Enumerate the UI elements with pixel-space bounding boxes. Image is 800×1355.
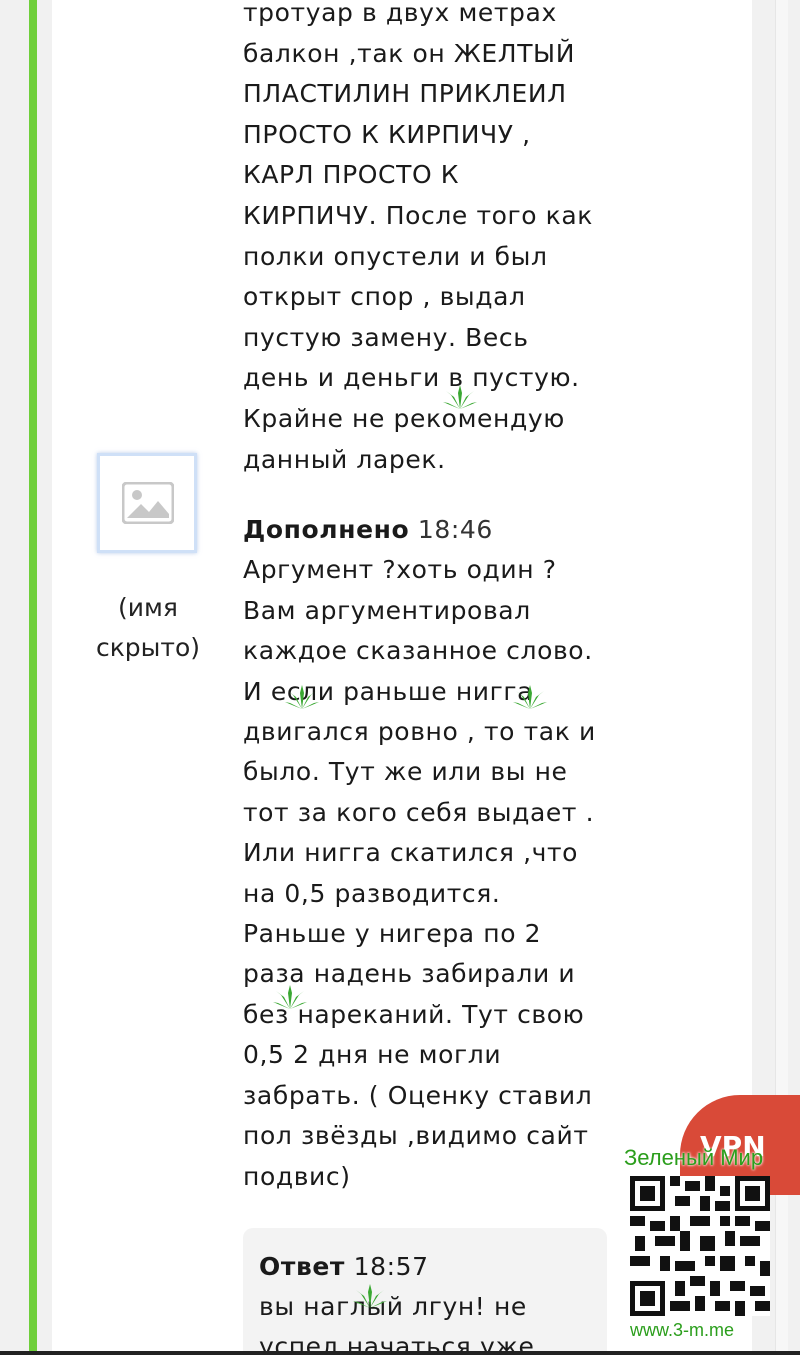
- avatar: [97, 453, 197, 553]
- reply-time: 18:57: [353, 1252, 429, 1281]
- reply-header: Ответ 18:57: [259, 1252, 429, 1281]
- reply-section: Ответ 18:57 вы наглый лгун! не успел нач…: [259, 1247, 599, 1355]
- watermark-url: www.3-m.me: [630, 1320, 735, 1340]
- leaf-watermark-icon: [285, 685, 319, 709]
- leaf-watermark-icon: [353, 1284, 387, 1308]
- addendum-header: Дополнено 18:46: [243, 510, 613, 550]
- bottom-divider: [0, 1351, 800, 1355]
- addendum-time: 18:46: [417, 515, 493, 544]
- leaf-watermark-icon: [513, 685, 547, 709]
- author-name: (имя скрыто): [95, 593, 201, 662]
- addendum-text: Аргумент ?хоть один ? Вам аргументировал…: [243, 555, 596, 1191]
- addendum-section: Дополнено 18:46 Аргумент ?хоть один ? Ва…: [243, 510, 613, 1197]
- leaf-watermark-icon: [273, 985, 307, 1009]
- image-placeholder-icon: [122, 482, 174, 524]
- watermark-title: Зеленый Мир: [624, 1145, 764, 1170]
- review-text: тротуар в двух метрах балкон ,так он ЖЕЛ…: [243, 0, 593, 474]
- reply-text: вы наглый лгун! не успел начаться уже: [259, 1292, 535, 1355]
- reply-label: Ответ: [259, 1252, 346, 1281]
- addendum-label: Дополнено: [243, 515, 410, 544]
- leaf-watermark-icon: [443, 385, 477, 409]
- thread-accent-bar: [29, 0, 37, 1355]
- qr-code-icon: [630, 1176, 770, 1316]
